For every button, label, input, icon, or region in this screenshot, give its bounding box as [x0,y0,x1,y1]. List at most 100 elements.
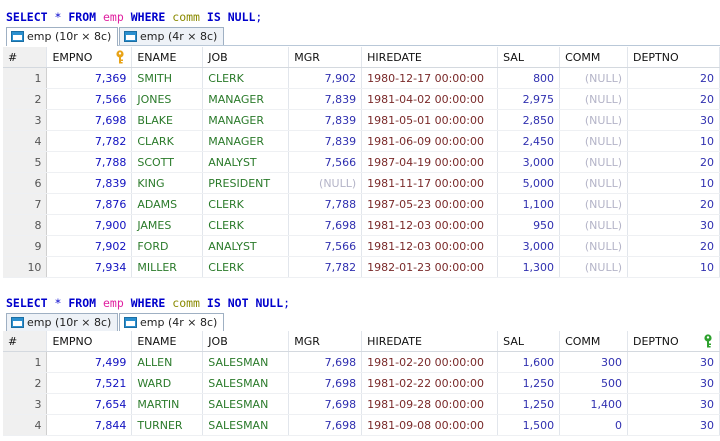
cell-ename[interactable]: WARD [131,372,204,394]
cell-sal[interactable]: 5,000 [497,172,561,194]
cell-empno[interactable]: 7,844 [46,414,133,436]
cell-sal[interactable]: 1,250 [497,372,561,394]
cell-deptno[interactable]: 20 [627,193,720,215]
cell-hiredate[interactable]: 1987-04-19 00:00:00 [361,151,499,173]
sql-statement[interactable]: SELECT * FROM emp WHERE comm IS NULL; [6,9,262,25]
cell-empno[interactable]: 7,782 [46,130,133,152]
cell-deptno[interactable]: 20 [627,67,720,89]
cell-sal[interactable]: 2,850 [497,109,561,131]
cell-comm[interactable]: 1,400 [559,393,629,415]
cell-sal[interactable]: 2,450 [497,130,561,152]
column-header-empno[interactable]: EMPNO [46,47,133,68]
column-header-deptno[interactable]: DEPTNO [627,47,720,68]
cell-sal[interactable]: 1,100 [497,193,561,215]
cell-sal[interactable]: 2,975 [497,88,561,110]
cell-ename[interactable]: JONES [131,88,204,110]
cell-mgr[interactable]: 7,698 [288,372,363,394]
cell-comm[interactable]: (NULL) [559,67,628,89]
cell-ename[interactable]: ADAMS [131,193,204,215]
cell-deptno[interactable]: 10 [627,172,720,194]
column-header-sal[interactable]: SAL [497,331,561,352]
cell-empno[interactable]: 7,499 [46,351,133,373]
cell-empno[interactable]: 7,369 [46,67,133,89]
cell-comm[interactable]: (NULL) [559,172,628,194]
column-header-row-number[interactable]: # [3,331,48,352]
cell-job[interactable]: ANALYST [202,151,290,173]
cell-deptno[interactable]: 10 [627,130,720,152]
column-header-empno[interactable]: EMPNO [46,331,133,352]
result-grid[interactable]: # EMPNO ENAME JOB MGR HIREDATE SAL COMM DEPTNO 1 7… [3,47,720,278]
cell-hiredate[interactable]: 1981-05-01 00:00:00 [361,109,499,131]
column-header-comm[interactable]: COMM [559,47,628,68]
cell-job[interactable]: CLERK [202,193,290,215]
cell-empno[interactable]: 7,876 [46,193,133,215]
cell-job[interactable]: CLERK [202,256,290,278]
cell-empno[interactable]: 7,839 [46,172,133,194]
cell-deptno[interactable]: 30 [627,214,720,236]
table-row[interactable]: 9 7,902 FORD ANALYST 7,566 1981-12-03 00:00:0… [3,235,720,257]
cell-hiredate[interactable]: 1981-12-03 00:00:00 [361,214,499,236]
cell-deptno[interactable]: 20 [627,151,720,173]
cell-sal[interactable]: 1,300 [497,256,561,278]
cell-mgr[interactable]: (NULL) [288,172,363,194]
table-row[interactable]: 4 7,844 TURNER SALESMAN 7,698 1981-09-08 00:0… [3,414,720,436]
cell-empno[interactable]: 7,788 [46,151,133,173]
cell-comm[interactable]: (NULL) [559,256,628,278]
cell-mgr[interactable]: 7,566 [288,151,363,173]
cell-mgr[interactable]: 7,698 [288,393,363,415]
table-row[interactable]: 10 7,934 MILLER CLERK 7,782 1982-01-23 00:00:… [3,256,720,278]
cell-comm[interactable]: (NULL) [559,235,628,257]
cell-hiredate[interactable]: 1981-02-20 00:00:00 [361,351,499,373]
cell-job[interactable]: SALESMAN [202,414,290,436]
cell-comm[interactable]: 500 [559,372,629,394]
cell-empno[interactable]: 7,698 [46,109,133,131]
result-tab[interactable]: emp (10r × 8c) [6,313,119,331]
cell-hiredate[interactable]: 1982-01-23 00:00:00 [361,256,499,278]
cell-deptno[interactable]: 30 [627,414,720,436]
cell-mgr[interactable]: 7,839 [288,109,363,131]
cell-job[interactable]: SALESMAN [202,351,290,373]
cell-hiredate[interactable]: 1981-04-02 00:00:00 [361,88,499,110]
table-row[interactable]: 1 7,499 ALLEN SALESMAN 7,698 1981-02-20 00:00… [3,351,720,373]
result-tab[interactable]: emp (4r × 8c) [119,313,225,332]
cell-mgr[interactable]: 7,902 [288,67,363,89]
column-header-sal[interactable]: SAL [497,47,561,68]
sql-statement[interactable]: SELECT * FROM emp WHERE comm IS NOT NULL… [6,295,290,311]
cell-hiredate[interactable]: 1981-12-03 00:00:00 [361,235,499,257]
result-grid[interactable]: # EMPNO ENAME JOB MGR HIREDATE SAL COMM DEPTNO 1 7… [3,331,720,436]
cell-ename[interactable]: CLARK [131,130,204,152]
column-header-comm[interactable]: COMM [559,331,629,352]
cell-sal[interactable]: 950 [497,214,561,236]
cell-deptno[interactable]: 10 [627,256,720,278]
cell-hiredate[interactable]: 1987-05-23 00:00:00 [361,193,499,215]
cell-sal[interactable]: 3,000 [497,151,561,173]
cell-empno[interactable]: 7,902 [46,235,133,257]
cell-sal[interactable]: 1,500 [497,414,561,436]
column-header-ename[interactable]: ENAME [131,331,204,352]
cell-hiredate[interactable]: 1981-02-22 00:00:00 [361,372,499,394]
table-row[interactable]: 1 7,369 SMITH CLERK 7,902 1980-12-17 00:00:00… [3,67,720,89]
cell-job[interactable]: MANAGER [202,130,290,152]
cell-mgr[interactable]: 7,698 [288,414,363,436]
cell-job[interactable]: MANAGER [202,109,290,131]
cell-ename[interactable]: MILLER [131,256,204,278]
cell-hiredate[interactable]: 1981-11-17 00:00:00 [361,172,499,194]
cell-mgr[interactable]: 7,839 [288,88,363,110]
cell-empno[interactable]: 7,521 [46,372,133,394]
column-header-deptno[interactable]: DEPTNO [627,331,720,352]
table-row[interactable]: 7 7,876 ADAMS CLERK 7,788 1987-05-23 00:00:00… [3,193,720,215]
column-header-job[interactable]: JOB [202,47,290,68]
cell-comm[interactable]: (NULL) [559,214,628,236]
table-row[interactable]: 2 7,521 WARD SALESMAN 7,698 1981-02-22 00:00:… [3,372,720,394]
cell-hiredate[interactable]: 1981-09-28 00:00:00 [361,393,499,415]
table-row[interactable]: 8 7,900 JAMES CLERK 7,698 1981-12-03 00:00:00… [3,214,720,236]
cell-ename[interactable]: SCOTT [131,151,204,173]
cell-deptno[interactable]: 20 [627,235,720,257]
cell-mgr[interactable]: 7,782 [288,256,363,278]
cell-comm[interactable]: (NULL) [559,130,628,152]
column-header-ename[interactable]: ENAME [131,47,204,68]
column-header-mgr[interactable]: MGR [288,47,363,68]
cell-ename[interactable]: FORD [131,235,204,257]
cell-deptno[interactable]: 30 [627,393,720,415]
column-header-job[interactable]: JOB [202,331,290,352]
